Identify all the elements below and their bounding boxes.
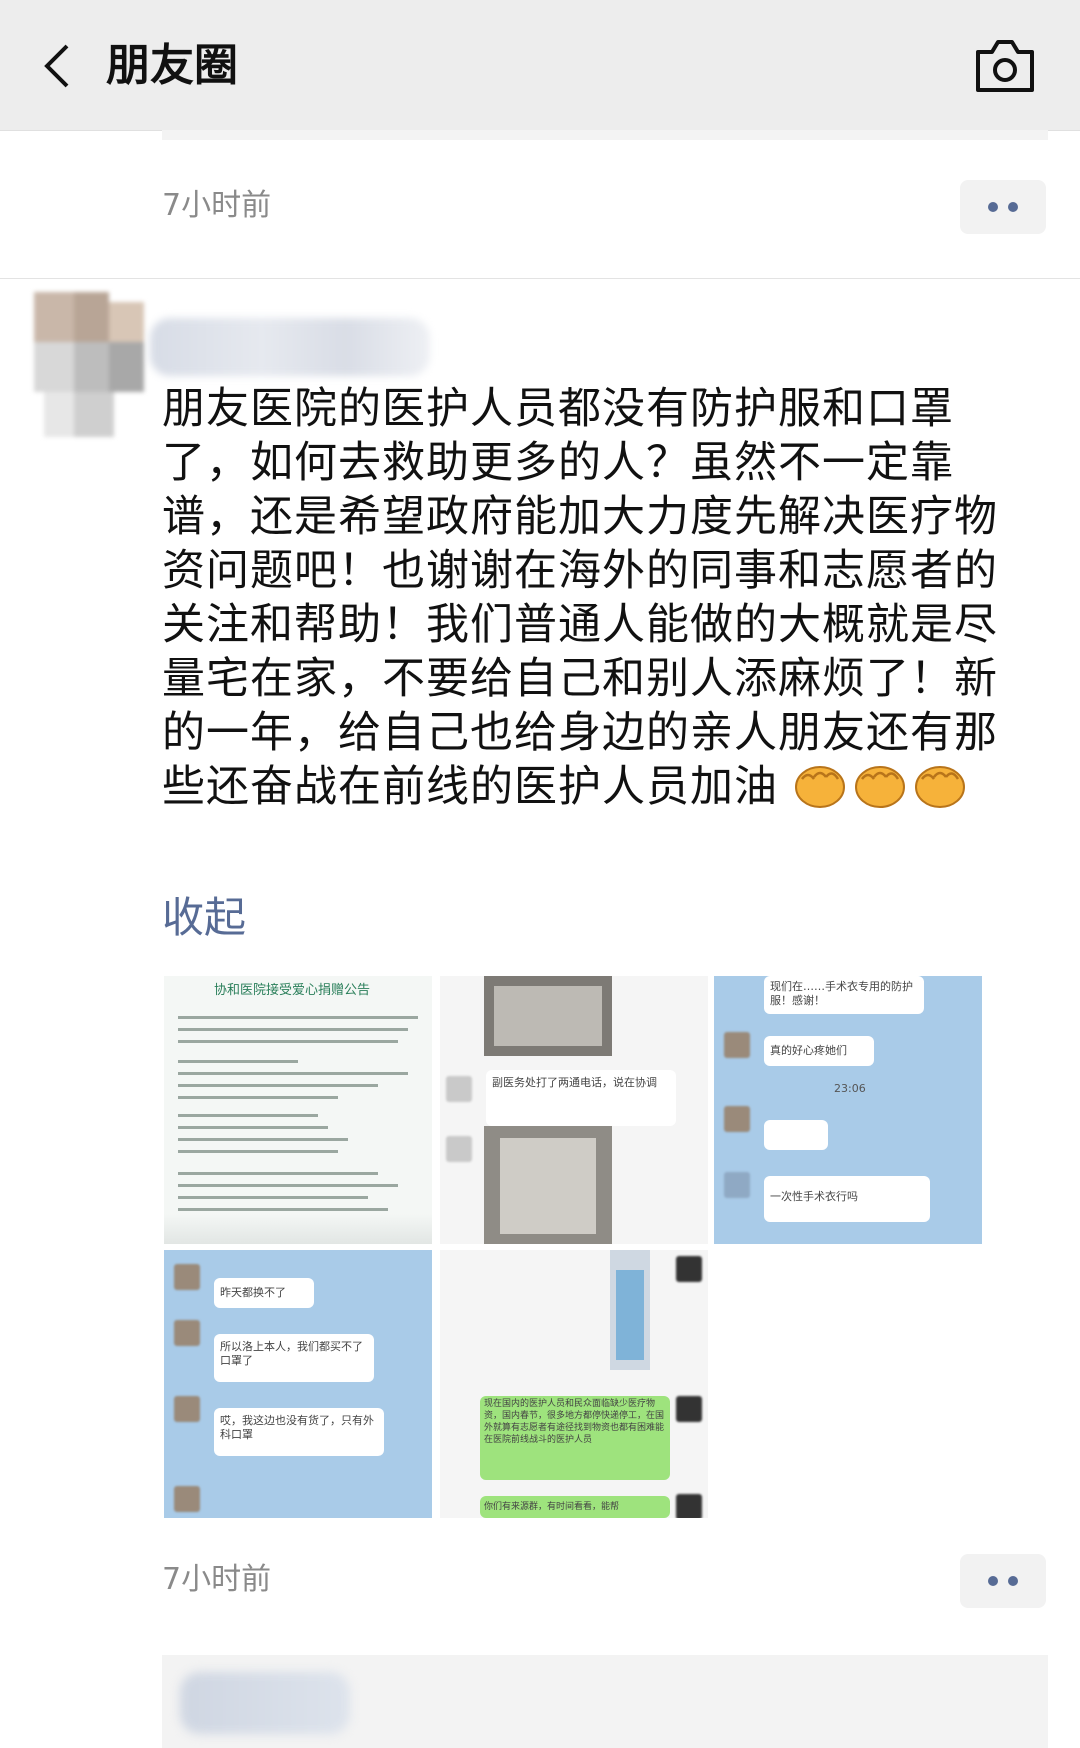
- previous-post-time: 7小时前: [162, 188, 272, 223]
- post-more-button[interactable]: [960, 1554, 1046, 1608]
- post-time: 7小时前: [162, 1562, 272, 1597]
- collapse-link[interactable]: 收起: [162, 890, 246, 946]
- image-heading: 协和医院接受爱心捐赠公告: [214, 983, 371, 998]
- fist-emoji: [912, 762, 972, 812]
- post-image-1[interactable]: 协和医院接受爱心捐赠公告: [164, 976, 432, 1244]
- chat-time: 23:06: [834, 1082, 866, 1095]
- post-text: 朋友医院的医护人员都没有防护服和口罩了，如何去救助更多的人？虽然不一定靠谱，还是…: [162, 382, 1002, 814]
- chat-message: 哎，我这边也没有货了，只有外科口罩: [220, 1414, 374, 1441]
- top-bar: 朋友圈: [0, 0, 1080, 131]
- post-image-3[interactable]: 现们在……手术衣专用的防护服！感谢！ 真的好心疼她们 23:06 一次性手术衣行…: [714, 976, 982, 1244]
- chat-message: 现在国内的医护人员和民众面临缺少医疗物资，国内春节，很多地方都停快递停工，在国外…: [484, 1399, 665, 1445]
- previous-post-more-button[interactable]: [960, 180, 1046, 234]
- chat-message: 现们在……手术衣专用的防护服！感谢！: [770, 980, 913, 1007]
- post-image-2[interactable]: 副医务处打了两通电话，说在协调: [440, 976, 708, 1244]
- page-title: 朋友圈: [106, 40, 238, 91]
- post-image-4[interactable]: 昨天都换不了 所以洛上本人，我们都买不了口罩了 哎，我这边也没有货了，只有外科口…: [164, 1250, 432, 1518]
- chat-message: 副医务处打了两通电话，说在协调: [492, 1076, 657, 1089]
- fist-emoji: [792, 762, 852, 812]
- fist-emoji: [852, 762, 912, 812]
- back-button[interactable]: [28, 38, 84, 94]
- author-name[interactable]: [150, 318, 430, 376]
- post-body: 朋友医院的医护人员都没有防护服和口罩了，如何去救助更多的人？虽然不一定靠谱，还是…: [162, 384, 998, 812]
- dot-icon: [988, 202, 998, 212]
- chat-message: 昨天都换不了: [220, 1286, 286, 1299]
- comment-author-name[interactable]: [180, 1672, 350, 1734]
- chat-message: 真的好心疼她们: [770, 1044, 847, 1057]
- camera-button[interactable]: [974, 38, 1036, 94]
- post-divider: [0, 278, 1080, 279]
- chat-message: 所以洛上本人，我们都买不了口罩了: [220, 1340, 363, 1367]
- post-image-5[interactable]: 现在国内的医护人员和民众面临缺少医疗物资，国内春节，很多地方都停快递停工，在国外…: [440, 1250, 708, 1518]
- chat-message: 你们有来源群，有时间看看，能帮: [484, 1502, 620, 1512]
- avatar[interactable]: [34, 292, 144, 442]
- dot-icon: [1008, 202, 1018, 212]
- previous-comment-area: [162, 130, 1048, 140]
- dot-icon: [1008, 1576, 1018, 1586]
- chevron-left-icon: [44, 44, 69, 88]
- chat-message: 一次性手术衣行吗: [770, 1190, 858, 1203]
- camera-icon: [976, 40, 1034, 92]
- dot-icon: [988, 1576, 998, 1586]
